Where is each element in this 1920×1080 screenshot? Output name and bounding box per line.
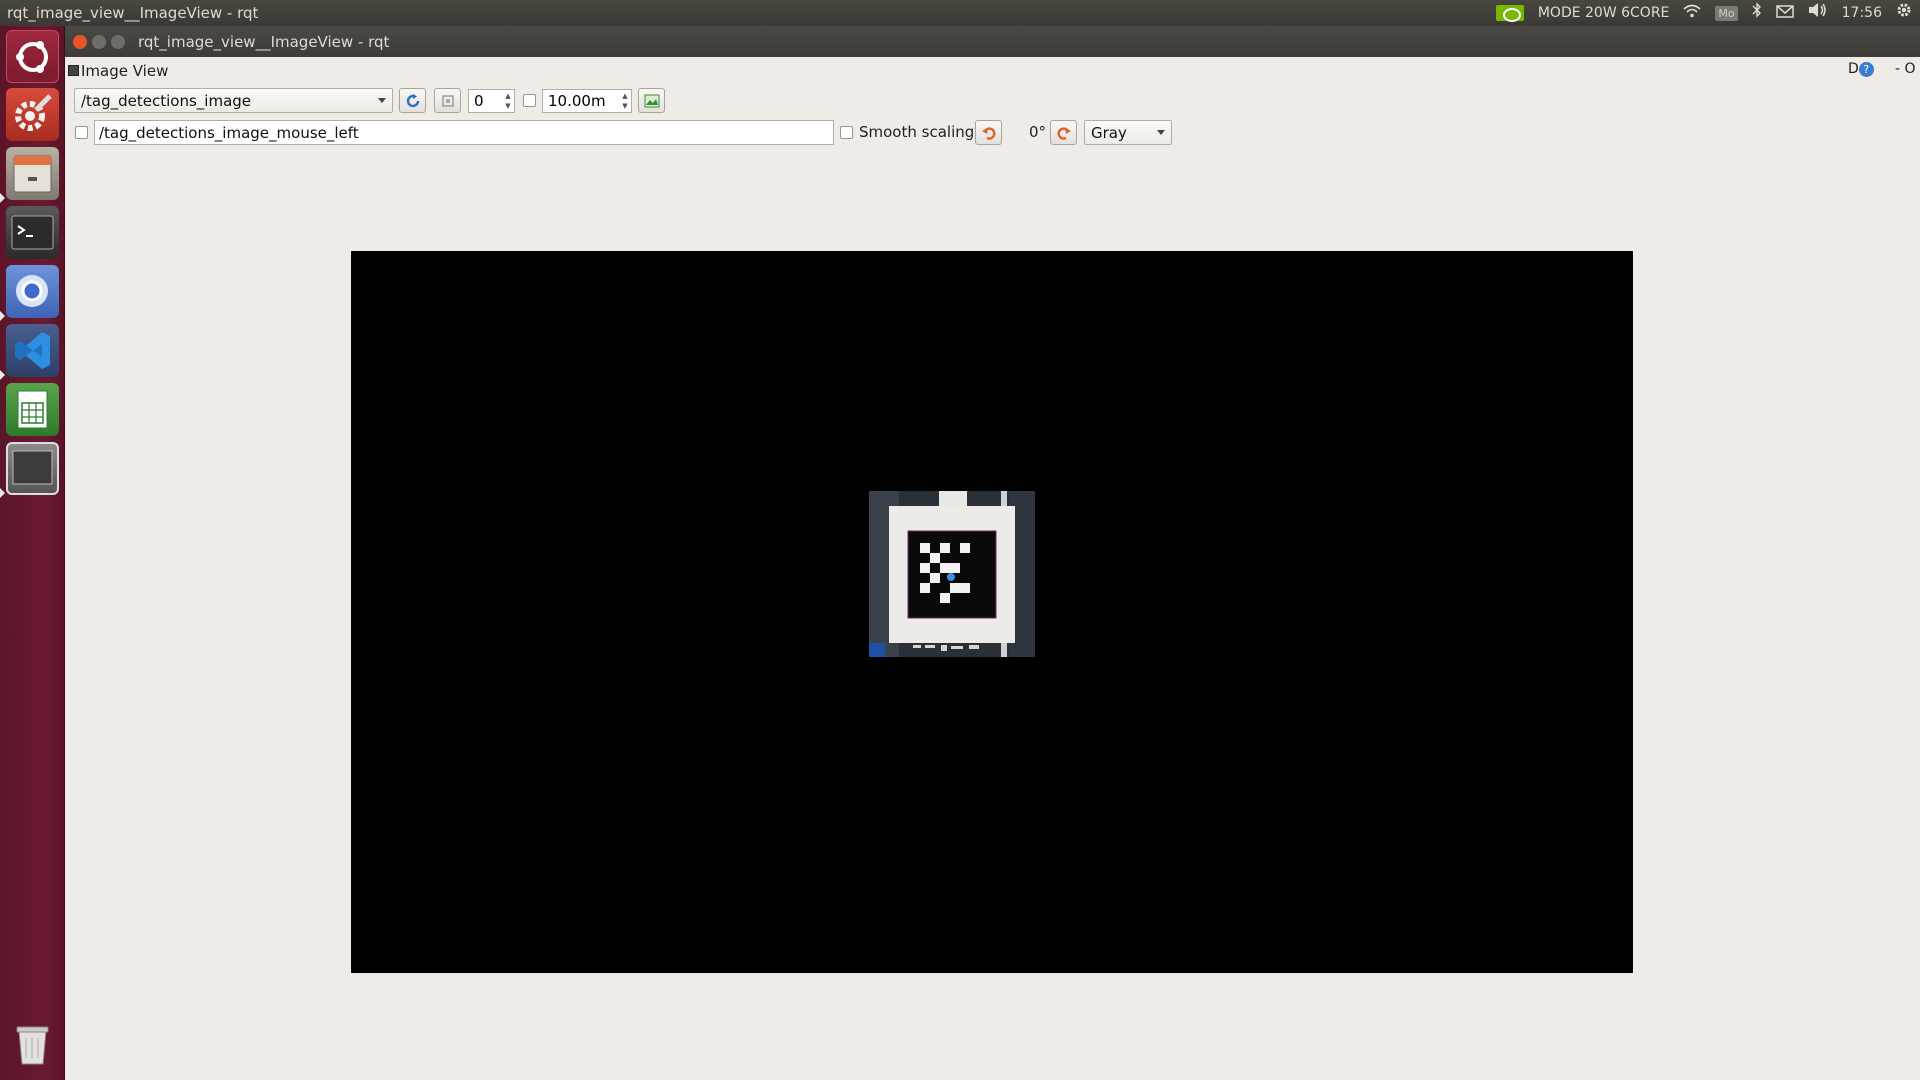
zoom-icon [441,94,454,107]
spreadsheet-icon[interactable] [6,383,59,436]
topic-combo-value: /tag_detections_image [81,92,252,110]
vscode-icon[interactable] [6,324,59,377]
ubuntu-dash-icon[interactable] [6,30,59,83]
refresh-icon [406,93,419,107]
spin-value-input[interactable]: 0 ▲ ▼ [468,89,515,113]
refresh-button[interactable] [399,88,426,113]
top-panel: rqt_image_view__ImageView - rqt MODE 20W… [0,0,1920,26]
trash-icon[interactable] [6,1018,59,1071]
max-range-input[interactable]: 10.00m ▲ ▼ [542,89,632,113]
mouse-topic-input[interactable]: /tag_detections_image_mouse_left [94,120,834,145]
color-scheme-value: Gray [1091,124,1127,142]
smooth-scaling-label: Smooth scaling [859,123,975,141]
volume-icon[interactable] [1808,0,1828,26]
zoom-1-button[interactable] [434,88,461,113]
system-tray: MODE 20W 6CORE Mo 17:56 [1495,0,1912,26]
help-button[interactable]: D? [1848,61,1874,77]
plugin-window-controls[interactable]: - O [1895,61,1916,77]
chromium-icon[interactable] [6,265,59,318]
rotate-right-button[interactable] [1050,120,1077,145]
range-spin-arrows-icon[interactable]: ▲ ▼ [620,91,630,111]
nvidia-icon[interactable] [1495,5,1524,22]
mail-icon[interactable] [1775,0,1794,26]
power-mode-label[interactable]: MODE 20W 6CORE [1538,5,1670,21]
panel-window-title: rqt_image_view__ImageView - rqt [7,4,259,22]
save-image-button[interactable] [638,88,665,113]
camera-frame-image [869,491,1035,657]
bluetooth-icon[interactable] [1752,0,1762,26]
window-icon[interactable] [6,442,59,495]
launcher [0,26,65,1080]
rotation-label: 0° [1029,123,1047,141]
plugin-title: Image View [81,62,169,80]
wifi-icon[interactable] [1683,0,1701,26]
keyboard-layout-indicator[interactable]: Mo [1715,5,1738,21]
image-display[interactable] [351,251,1633,973]
chevron-down-icon [378,98,386,103]
minimize-button[interactable] [92,35,106,49]
close-button[interactable] [73,35,87,49]
spin-arrows-icon[interactable]: ▲ ▼ [503,91,513,111]
mouse-publish-checkbox[interactable] [75,126,88,139]
max-range-checkbox[interactable] [523,94,536,107]
gear-icon[interactable] [1896,0,1912,26]
file-cabinet-icon[interactable] [6,147,59,200]
terminal-icon[interactable] [6,206,59,259]
help-icon: ? [1858,62,1874,77]
system-settings-icon[interactable] [6,88,59,141]
window-titlebar: rqt_image_view__ImageView - rqt [65,26,1920,57]
chevron-down-icon [1157,130,1165,135]
rotate-left-button[interactable] [975,120,1002,145]
image-icon [644,94,659,107]
rotate-right-icon [1057,126,1071,140]
smooth-scaling-checkbox[interactable] [840,126,853,139]
rotate-left-icon [981,126,995,140]
maximize-button[interactable] [111,35,125,49]
plugin-header: Image View D? - O [65,60,1920,82]
clock[interactable]: 17:56 [1842,5,1882,21]
plugin-handle-icon[interactable] [68,65,79,76]
topic-combo[interactable]: /tag_detections_image [74,88,393,113]
color-scheme-combo[interactable]: Gray [1084,120,1172,145]
window-title: rqt_image_view__ImageView - rqt [138,33,390,51]
